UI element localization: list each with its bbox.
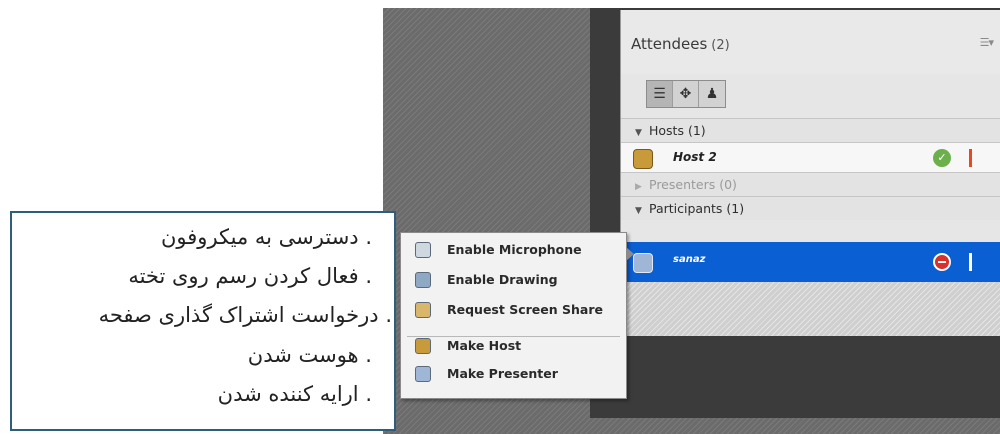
pod-title-label: Attendees bbox=[631, 35, 708, 53]
menu-item-make-host[interactable]: Make Host bbox=[401, 333, 626, 359]
callout-line: . ارایه کننده شدن bbox=[217, 382, 372, 406]
grid-view-icon[interactable]: ✥ bbox=[673, 81, 699, 107]
screen-share-icon bbox=[415, 302, 431, 318]
section-hosts[interactable]: ▼ Hosts (1) bbox=[621, 118, 1000, 142]
expand-arrow-icon: ▼ bbox=[635, 206, 642, 216]
menu-item-request-screen-share[interactable]: Request Screen Share bbox=[401, 297, 626, 323]
empty-list-area bbox=[621, 282, 1000, 336]
drawing-icon bbox=[415, 272, 431, 288]
mic-level-bar bbox=[969, 253, 972, 271]
host-icon bbox=[415, 338, 431, 354]
callout-line: . درخواست اشتراک گذاری صفحه bbox=[98, 303, 392, 327]
menu-item-label: Request Screen Share bbox=[447, 302, 603, 317]
host-avatar-icon bbox=[633, 149, 653, 169]
section-participants-label: Participants (1) bbox=[649, 201, 745, 216]
menu-item-enable-drawing[interactable]: Enable Drawing bbox=[401, 267, 626, 293]
pod-title: Attendees (2) bbox=[631, 35, 730, 53]
callout-line: . فعال کردن رسم روی تخته bbox=[128, 264, 372, 288]
view-toolbar: ☰ ✥ ♟ bbox=[646, 80, 726, 108]
section-hosts-label: Hosts (1) bbox=[649, 123, 706, 138]
menu-item-label: Enable Microphone bbox=[447, 242, 582, 257]
persian-annotation-callout: . دسترسی به میکروفون . فعال کردن رسم روی… bbox=[10, 211, 396, 431]
participant-avatar-icon bbox=[633, 253, 653, 273]
microphone-icon bbox=[415, 242, 431, 258]
status-blocked-icon bbox=[933, 253, 951, 271]
list-view-icon[interactable]: ☰ bbox=[647, 81, 673, 107]
menu-item-enable-microphone[interactable]: Enable Microphone bbox=[401, 237, 626, 263]
callout-line: . هوست شدن bbox=[247, 343, 372, 367]
menu-item-make-presenter[interactable]: Make Presenter bbox=[401, 361, 626, 387]
status-ok-icon: ✓ bbox=[933, 149, 951, 167]
pod-menu-icon[interactable]: ☰▾ bbox=[980, 36, 994, 49]
pod-header: Attendees (2) ☰▾ bbox=[621, 10, 1000, 74]
callout-line: . دسترسی به میکروفون bbox=[161, 225, 372, 249]
menu-item-label: Enable Drawing bbox=[447, 272, 558, 287]
attendee-name: sanaz bbox=[673, 254, 706, 265]
attendee-row-participant-selected[interactable]: sanaz bbox=[621, 242, 1000, 282]
attendee-name: Host 2 bbox=[673, 150, 717, 164]
mic-level-bar bbox=[969, 149, 972, 167]
section-participants[interactable]: ▼ Participants (1) bbox=[621, 196, 1000, 220]
presenter-icon bbox=[415, 366, 431, 382]
attendee-row-host[interactable]: Host 2 ✓ bbox=[621, 142, 1000, 172]
section-presenters-label: Presenters (0) bbox=[649, 177, 737, 192]
menu-item-label: Make Host bbox=[447, 338, 522, 353]
menu-item-label: Make Presenter bbox=[447, 366, 558, 381]
status-view-icon[interactable]: ♟ bbox=[699, 81, 725, 107]
attendee-context-menu: Enable Microphone Enable Drawing Request… bbox=[400, 232, 634, 399]
section-presenters[interactable]: ▶ Presenters (0) bbox=[621, 172, 1000, 196]
attendees-pod: Attendees (2) ☰▾ ☰ ✥ ♟ ▼ Hosts (1) Host 2 … bbox=[620, 10, 1000, 336]
attendee-count: (2) bbox=[711, 38, 730, 53]
